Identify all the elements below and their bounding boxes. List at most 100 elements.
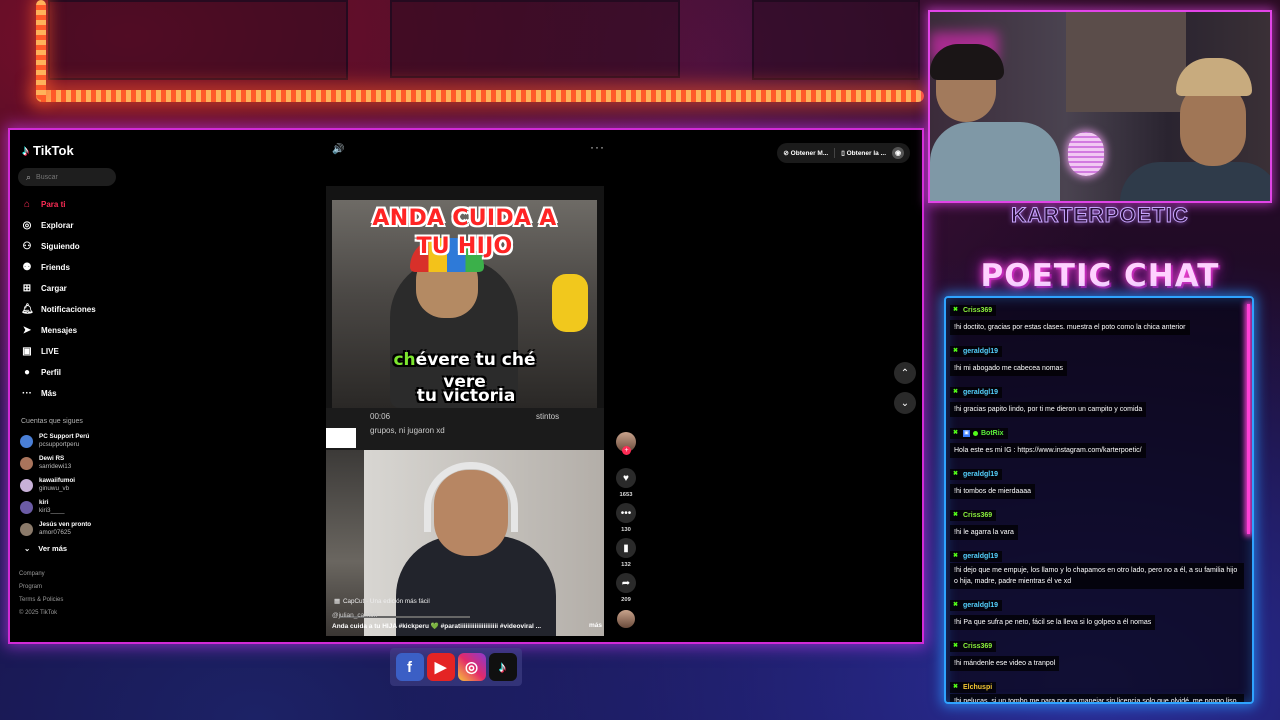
capcut-icon: ▦ bbox=[334, 598, 340, 605]
footer-program[interactable]: Program bbox=[19, 581, 63, 594]
sidebar-item-notificaciones[interactable]: 🔔︎ Notificaciones bbox=[18, 299, 124, 320]
followed-account[interactable]: Dewi RS sarridewi13 bbox=[18, 452, 124, 474]
get-app-button[interactable]: ⊘ Obtener M... bbox=[783, 149, 828, 157]
music-disc[interactable] bbox=[617, 610, 635, 628]
sidebar-item-mensajes[interactable]: ➤ Mensajes bbox=[18, 320, 124, 341]
divider bbox=[834, 148, 836, 158]
chat-message: ✖ Criss369 !hi le agarra la vara bbox=[950, 503, 1246, 540]
facebook-icon: f bbox=[395, 653, 424, 681]
avatar bbox=[20, 456, 33, 470]
bell-icon: 🔔︎ bbox=[21, 304, 34, 315]
chat-username[interactable]: Elchuspi bbox=[963, 684, 992, 691]
sidebar-item-live[interactable]: ▣ LIVE bbox=[18, 341, 124, 362]
bookmark-icon[interactable]: ▮ bbox=[616, 538, 636, 558]
footer-terms[interactable]: Terms & Policies bbox=[19, 594, 63, 607]
avatar bbox=[20, 522, 33, 536]
author-avatar[interactable]: + bbox=[616, 432, 636, 455]
chat-username[interactable]: geraldgl19 bbox=[963, 602, 998, 609]
sidebar-item-perfil[interactable]: ● Perfil bbox=[18, 362, 124, 383]
chat-message: ✖ geraldgl19 !hi Pa que sufra pe neto, fác… bbox=[950, 593, 1246, 630]
share-icon[interactable]: ➦ bbox=[616, 573, 636, 593]
sidebar-item-label: Para ti bbox=[41, 200, 66, 209]
chat-message-header: ✖ Criss369 bbox=[950, 641, 997, 652]
save-action[interactable]: ▮ 132 bbox=[616, 538, 636, 568]
kick-badge-icon: ✖ bbox=[953, 307, 959, 313]
heart-icon[interactable]: ♥ bbox=[616, 468, 636, 488]
volume-icon[interactable]: 🔊 bbox=[332, 144, 344, 155]
chat-username[interactable]: Criss369 bbox=[963, 643, 992, 650]
chat-message-header: ✖ geraldgl19 bbox=[950, 387, 1003, 398]
sidebar-item-friends[interactable]: ⚉ Friends bbox=[18, 257, 124, 278]
comment-icon[interactable]: ••• bbox=[616, 503, 636, 523]
more-link[interactable]: más bbox=[589, 622, 602, 630]
chat-username[interactable]: Criss369 bbox=[963, 307, 992, 314]
capcut-tag[interactable]: ▦ CapCut · Una edición más fácil bbox=[334, 598, 430, 605]
sidebar-item-más[interactable]: ··· Más bbox=[18, 383, 124, 404]
see-more-button[interactable]: ⌄ Ver más bbox=[24, 544, 124, 553]
comment-action[interactable]: ••• 130 bbox=[616, 503, 636, 533]
wall-frame bbox=[48, 0, 348, 80]
sidebar-item-label: Siguiendo bbox=[41, 242, 80, 251]
chat-message: ✖ ▣ BotRix Hola este es mi IG : https://www… bbox=[950, 421, 1246, 458]
followed-account[interactable]: PC Support Perú pcsupportperu bbox=[18, 430, 124, 452]
search-box[interactable]: ⌕ bbox=[18, 168, 116, 186]
chat-username[interactable]: geraldgl19 bbox=[963, 553, 998, 560]
home-icon: ⌂ bbox=[23, 199, 31, 210]
like-action[interactable]: ♥ 1653 bbox=[616, 468, 636, 498]
account-handle: sarridewi13 bbox=[39, 463, 72, 470]
follow-plus-icon[interactable]: + bbox=[622, 446, 631, 455]
sidebar-item-explorar[interactable]: ◎ Explorar bbox=[18, 215, 124, 236]
chat-message: ✖ geraldgl19 !hi tombos de mierdaaaa bbox=[950, 462, 1246, 499]
chat-username[interactable]: Criss369 bbox=[963, 512, 992, 519]
chat-message-text: !hi doctito, gracias por estas clases. m… bbox=[950, 320, 1190, 335]
video-bottom-frame bbox=[326, 450, 604, 636]
account-name: kiri bbox=[39, 499, 49, 506]
search-icon: ⌕ bbox=[26, 171, 32, 182]
chevron-down-icon: ⌄ bbox=[24, 544, 31, 553]
video-top-frame: ANDA CUIDA A TU HIJO chévere tu ché vere bbox=[332, 200, 597, 408]
share-action[interactable]: ➦ 209 bbox=[616, 573, 636, 603]
chat-list: ✖ Criss369 !hi doctito, gracias por estas … bbox=[950, 298, 1246, 702]
profile-avatar[interactable]: ◉ bbox=[892, 147, 904, 159]
tiktok-window: ♪ TikTok ⌕ ⌂ Para ti ◎ Explorar ⚇ Siguiendo ⚉ F… bbox=[8, 128, 924, 644]
instagram-icon: ◎ bbox=[457, 653, 486, 681]
video-player[interactable]: ANDA CUIDA A TU HIJO chévere tu ché vere… bbox=[326, 186, 604, 636]
footer-company[interactable]: Company bbox=[19, 568, 63, 581]
cam-person1-body bbox=[930, 122, 1060, 201]
more-options-icon[interactable]: ··· bbox=[590, 140, 605, 154]
author-handle[interactable]: @julian_carrion bbox=[332, 612, 377, 619]
chat-username[interactable]: geraldgl19 bbox=[963, 348, 998, 355]
followed-account[interactable]: kawaiifumoi ginuwu_vb bbox=[18, 474, 124, 496]
sidebar-item-label: LIVE bbox=[41, 347, 59, 356]
chat-username[interactable]: BotRix bbox=[981, 430, 1004, 437]
sidebar-item-siguiendo[interactable]: ⚇ Siguiendo bbox=[18, 236, 124, 257]
microphone-icon bbox=[1068, 132, 1104, 176]
search-input[interactable] bbox=[36, 173, 107, 181]
chat-title: POETIC CHAT bbox=[980, 258, 1220, 294]
account-name: PC Support Perú bbox=[39, 433, 90, 440]
video-headline-1: ANDA CUIDA A bbox=[372, 206, 557, 231]
led-strip bbox=[36, 90, 924, 102]
followed-account[interactable]: Jesús ven pronto amor07625 bbox=[18, 518, 124, 540]
chat-username[interactable]: geraldgl19 bbox=[963, 389, 998, 396]
more-icon: ··· bbox=[22, 388, 32, 399]
prev-video-button[interactable]: ⌃ bbox=[894, 362, 916, 384]
chat-username[interactable]: geraldgl19 bbox=[963, 471, 998, 478]
sidebar-nav: ⌂ Para ti ◎ Explorar ⚇ Siguiendo ⚉ Friends ⊞ Carg… bbox=[18, 194, 124, 404]
sidebar-item-cargar[interactable]: ⊞ Cargar bbox=[18, 278, 124, 299]
chat-message-text: !hi mándenle ese video a tranpol bbox=[950, 656, 1060, 671]
followed-account[interactable]: kiri kiri3____ bbox=[18, 496, 124, 518]
tiktok-logo[interactable]: ♪ TikTok bbox=[22, 142, 124, 158]
following-title: Cuentas que sigues bbox=[21, 418, 83, 425]
chat-message-text: !hi gracias papito lindo, por ti me dier… bbox=[950, 402, 1147, 417]
next-video-button[interactable]: ⌄ bbox=[894, 392, 916, 414]
account-text: kawaiifumoi ginuwu_vb bbox=[39, 477, 75, 493]
share-count: 209 bbox=[621, 597, 631, 603]
sidebar-item-para-ti[interactable]: ⌂ Para ti bbox=[18, 194, 124, 215]
chat-message-text: !hi mi abogado me cabecea nomas bbox=[950, 361, 1067, 376]
get-desktop-button[interactable]: ▯ Obtener la ... bbox=[841, 149, 886, 157]
caption-rest: évere tu ché bbox=[415, 350, 536, 370]
cam-shelf bbox=[1066, 12, 1186, 112]
kick-badge-icon: ✖ bbox=[953, 430, 959, 436]
chat-message-header: ✖ geraldgl19 bbox=[950, 551, 1003, 562]
